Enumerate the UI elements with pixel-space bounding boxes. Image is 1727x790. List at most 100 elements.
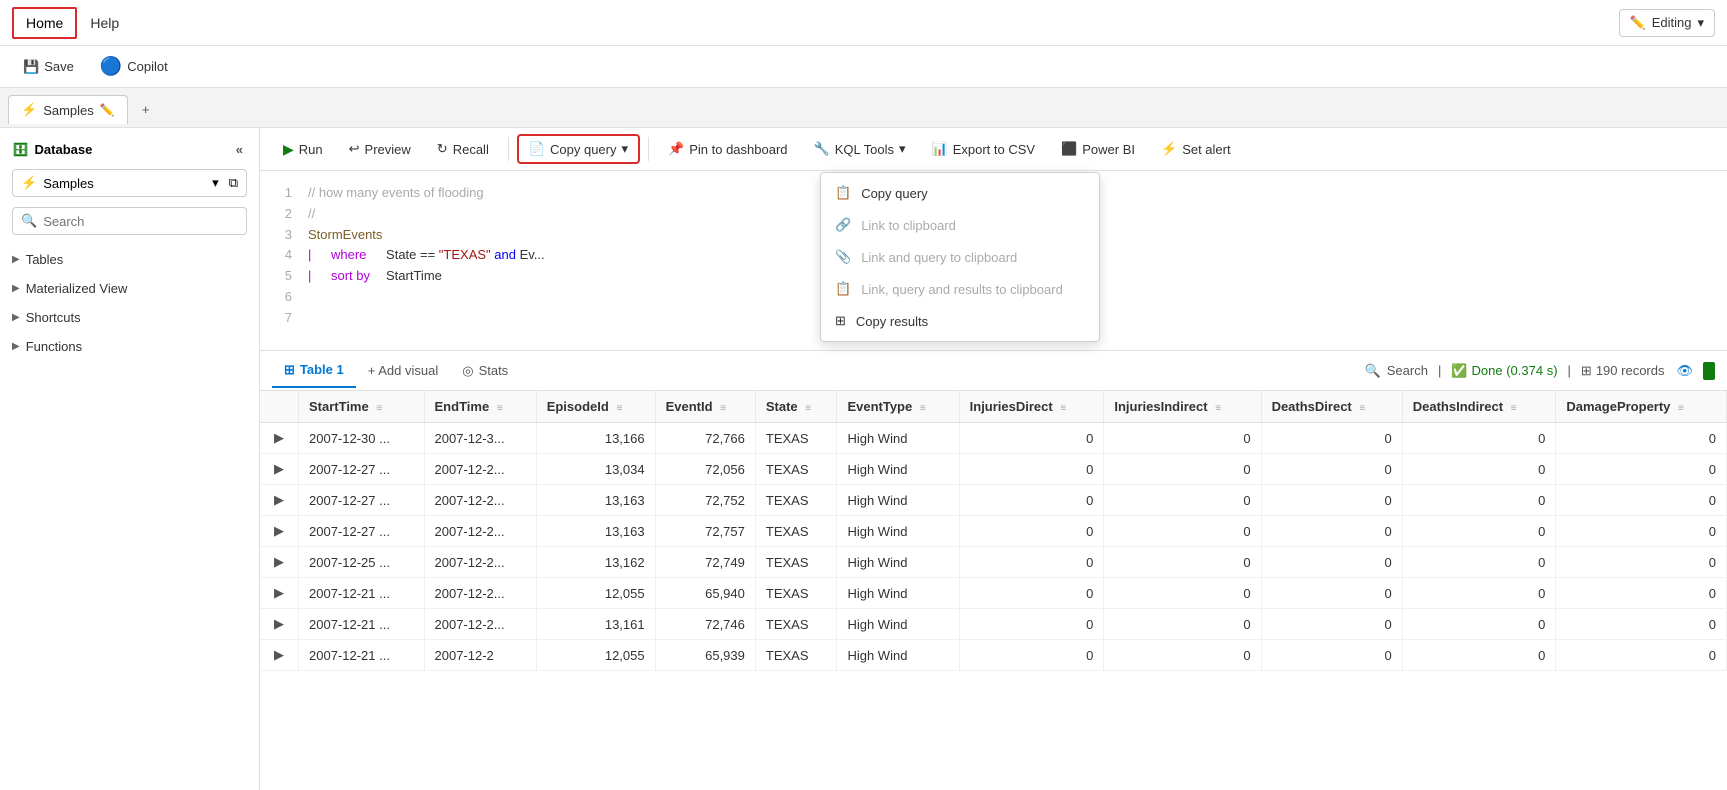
eventtype-cell: High Wind <box>837 578 959 609</box>
shortcuts-label: Shortcuts <box>26 310 81 325</box>
export-csv-label: Export to CSV <box>953 142 1035 157</box>
set-alert-button[interactable]: ⚡ Set alert <box>1150 135 1242 163</box>
save-button[interactable]: 💾 Save <box>14 53 83 81</box>
episodeid-cell: 13,161 <box>536 609 655 640</box>
preview-button[interactable]: ↩ Preview <box>338 135 422 163</box>
col-starttime[interactable]: StartTime ≡ <box>299 391 425 423</box>
tab-add-button[interactable]: + <box>132 96 160 124</box>
injdirect-cell: 0 <box>959 485 1104 516</box>
row-expand-icon[interactable]: ▶ <box>270 583 288 602</box>
expand-cell[interactable]: ▶ <box>260 609 299 640</box>
episodeid-cell: 12,055 <box>536 640 655 671</box>
export-csv-icon: 📊 <box>932 141 948 157</box>
endtime-cell: 2007-12-2 <box>424 640 536 671</box>
pin-dashboard-label: Pin to dashboard <box>689 142 787 157</box>
database-dropdown[interactable]: ⚡ Samples ▾ ⧉ <box>12 169 247 197</box>
col-injindirect[interactable]: InjuriesIndirect ≡ <box>1104 391 1261 423</box>
endtime-cell: 2007-12-2... <box>424 547 536 578</box>
col-damage[interactable]: DamageProperty ≡ <box>1556 391 1727 423</box>
table-tab[interactable]: ⊞ Table 1 <box>272 354 356 388</box>
row-expand-icon[interactable]: ▶ <box>270 552 288 571</box>
run-button[interactable]: ▶ Run <box>272 135 334 164</box>
row-expand-icon[interactable]: ▶ <box>270 459 288 478</box>
editing-button[interactable]: ✏️ Editing ▾ <box>1619 9 1715 37</box>
row-expand-icon[interactable]: ▶ <box>270 490 288 509</box>
db-dropdown-copy-icon[interactable]: ⧉ <box>229 175 238 191</box>
top-bar-left: Home Help <box>12 7 132 39</box>
expand-cell[interactable]: ▶ <box>260 485 299 516</box>
add-visual-button[interactable]: + Add visual <box>356 357 450 384</box>
row-expand-icon[interactable]: ▶ <box>270 614 288 633</box>
search-box[interactable]: 🔍 <box>12 207 247 235</box>
col-dthdirect[interactable]: DeathsDirect ≡ <box>1261 391 1402 423</box>
editing-chevron-icon: ▾ <box>1697 15 1704 31</box>
row-expand-icon[interactable]: ▶ <box>270 521 288 540</box>
search-input[interactable] <box>43 214 238 229</box>
editing-pencil-icon: ✏️ <box>1630 15 1646 31</box>
link-clipboard-icon: 🔗 <box>835 217 851 233</box>
dropdown-copy-results[interactable]: ⊞ Copy results <box>821 305 1099 337</box>
sort-icon-eventtype: ≡ <box>920 403 926 414</box>
export-csv-button[interactable]: 📊 Export to CSV <box>921 135 1047 163</box>
set-alert-label: Set alert <box>1182 142 1230 157</box>
col-eventid[interactable]: EventId ≡ <box>655 391 755 423</box>
damage-cell: 0 <box>1556 423 1727 454</box>
eye-icon[interactable]: 👁 <box>1676 363 1693 379</box>
nav-help[interactable]: Help <box>77 8 132 38</box>
kql-tools-icon: 🔧 <box>814 141 830 157</box>
table-header-row: StartTime ≡ EndTime ≡ EpisodeId ≡ <box>260 391 1727 423</box>
dthindirect-cell: 0 <box>1402 485 1556 516</box>
expand-cell[interactable]: ▶ <box>260 454 299 485</box>
link-query-clipboard-icon: 📎 <box>835 249 851 265</box>
pin-dashboard-button[interactable]: 📌 Pin to dashboard <box>657 135 798 163</box>
tab-edit-icon[interactable]: ✏️ <box>100 103 115 117</box>
injdirect-cell: 0 <box>959 609 1104 640</box>
eventtype-cell: High Wind <box>837 423 959 454</box>
row-expand-icon[interactable]: ▶ <box>270 428 288 447</box>
starttime-cell: 2007-12-21 ... <box>299 640 425 671</box>
expand-cell[interactable]: ▶ <box>260 423 299 454</box>
sidebar-collapse-button[interactable]: « <box>232 140 247 159</box>
main-content: 🗄 Database « ⚡ Samples ▾ ⧉ 🔍 ▶ Tables ▶ … <box>0 128 1727 790</box>
link-query-clipboard-label: Link and query to clipboard <box>861 250 1017 265</box>
sidebar-item-tables[interactable]: ▶ Tables <box>0 245 259 274</box>
row-expand-icon[interactable]: ▶ <box>270 645 288 664</box>
col-episodeid[interactable]: EpisodeId ≡ <box>536 391 655 423</box>
copilot-label: Copilot <box>127 59 167 74</box>
eventtype-cell: High Wind <box>837 454 959 485</box>
copilot-button[interactable]: 🔵 Copilot <box>91 50 177 83</box>
table-tab-label: Table 1 <box>300 362 344 377</box>
col-injdirect[interactable]: InjuriesDirect ≡ <box>959 391 1104 423</box>
power-bi-button[interactable]: ⬛ Power BI <box>1050 135 1146 163</box>
table-tab-icon: ⊞ <box>284 362 295 378</box>
stats-button[interactable]: ◎ Stats <box>450 357 520 385</box>
nav-home[interactable]: Home <box>12 7 77 39</box>
sidebar-item-functions[interactable]: ▶ Functions <box>0 332 259 361</box>
data-table-wrapper[interactable]: StartTime ≡ EndTime ≡ EpisodeId ≡ <box>260 391 1727 790</box>
copy-query-button[interactable]: 📄 Copy query ▾ <box>517 134 640 164</box>
dropdown-copy-query[interactable]: 📋 Copy query <box>821 177 1099 209</box>
col-endtime[interactable]: EndTime ≡ <box>424 391 536 423</box>
search-results-label: Search <box>1387 363 1428 378</box>
col-eventtype[interactable]: EventType ≡ <box>837 391 959 423</box>
sidebar-item-shortcuts[interactable]: ▶ Shortcuts <box>0 303 259 332</box>
dthdirect-cell: 0 <box>1261 516 1402 547</box>
expand-cell[interactable]: ▶ <box>260 640 299 671</box>
records-bar-icon <box>1703 362 1715 380</box>
dthindirect-cell: 0 <box>1402 423 1556 454</box>
recall-button[interactable]: ↻ Recall <box>426 135 500 163</box>
done-badge: ✅ Done (0.374 s) <box>1451 363 1557 379</box>
col-state[interactable]: State ≡ <box>755 391 837 423</box>
table-row: ▶ 2007-12-27 ... 2007-12-2... 13,163 72,… <box>260 485 1727 516</box>
dropdown-link-query-results: 📋 Link, query and results to clipboard <box>821 273 1099 305</box>
col-dthindirect[interactable]: DeathsIndirect ≡ <box>1402 391 1556 423</box>
tab-samples[interactable]: ⚡ Samples ✏️ <box>8 95 128 124</box>
starttime-cell: 2007-12-30 ... <box>299 423 425 454</box>
sidebar-item-materialized-view[interactable]: ▶ Materialized View <box>0 274 259 303</box>
kql-tools-button[interactable]: 🔧 KQL Tools ▾ <box>803 135 917 163</box>
state-cell: TEXAS <box>755 423 837 454</box>
dthindirect-cell: 0 <box>1402 578 1556 609</box>
expand-cell[interactable]: ▶ <box>260 578 299 609</box>
expand-cell[interactable]: ▶ <box>260 547 299 578</box>
expand-cell[interactable]: ▶ <box>260 516 299 547</box>
